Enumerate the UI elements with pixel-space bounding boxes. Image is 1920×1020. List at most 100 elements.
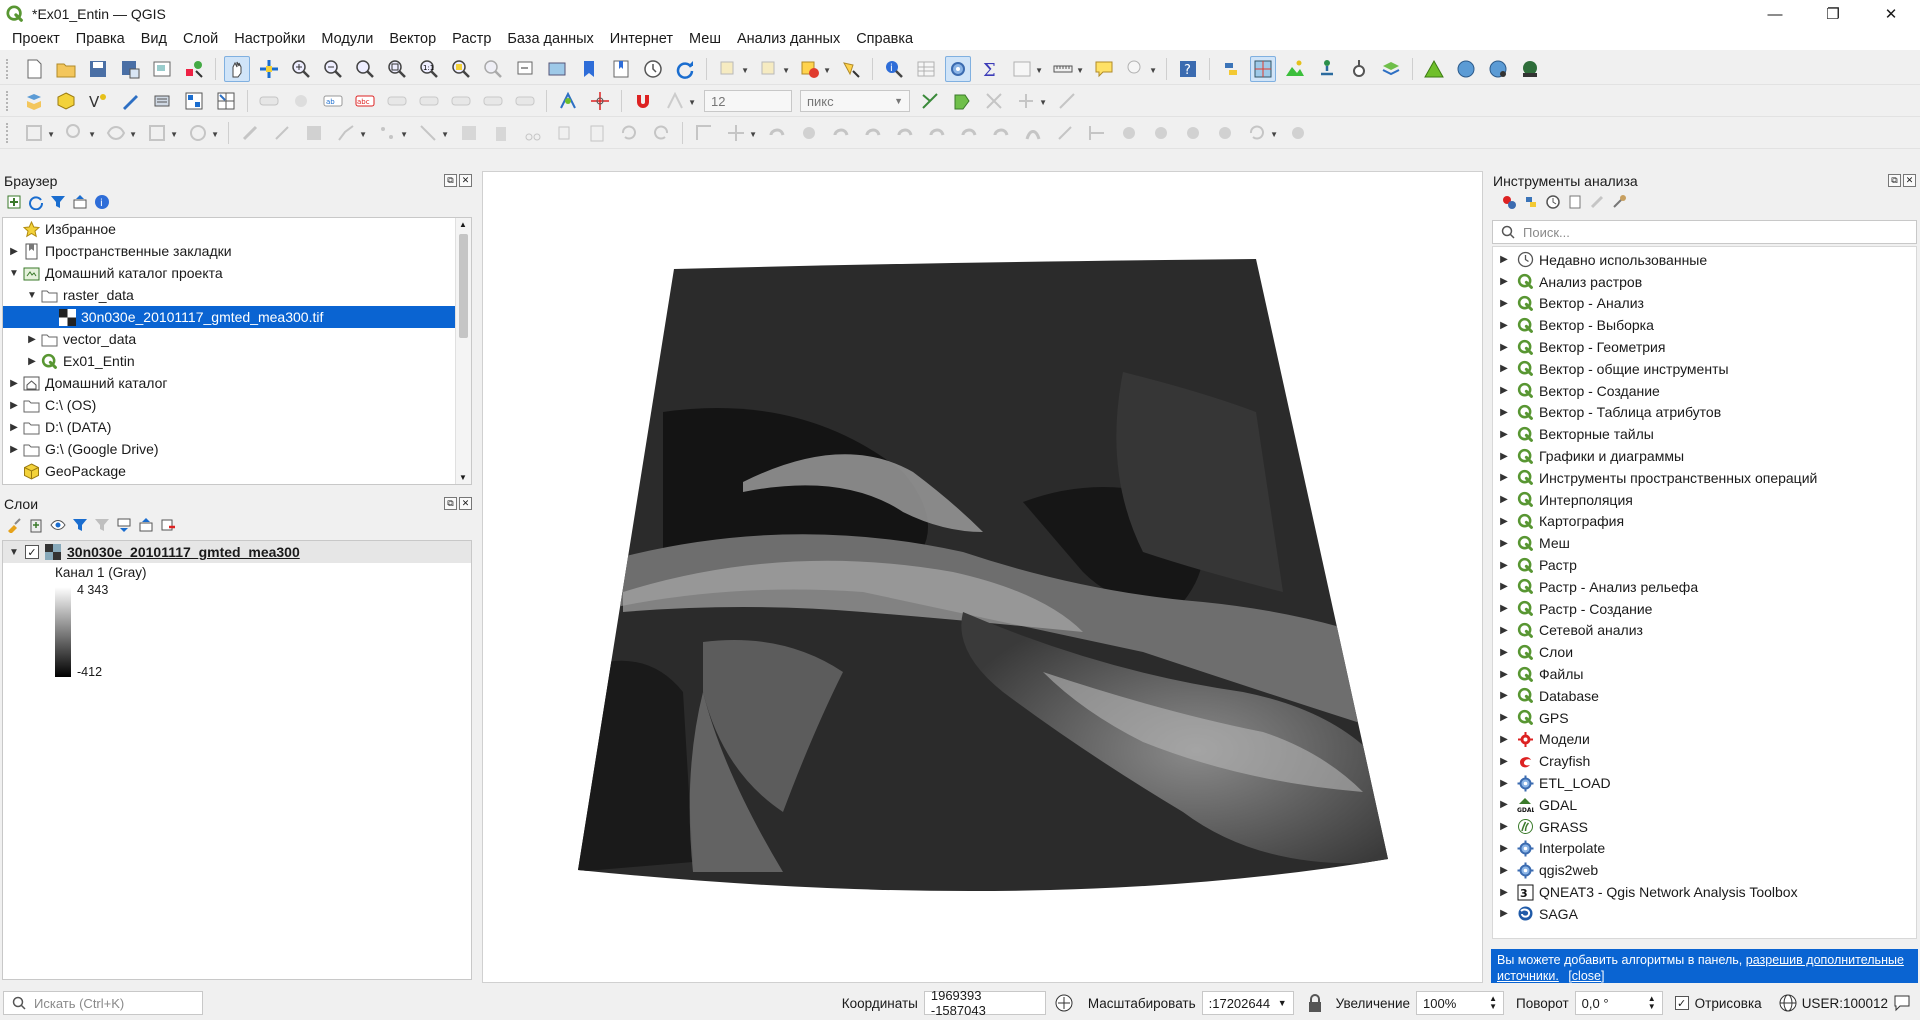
toolbox-group[interactable]: ▶ Слои xyxy=(1493,641,1916,663)
toolbox-group[interactable]: ▶ Модели xyxy=(1493,729,1916,751)
processing-toolbox-icon[interactable] xyxy=(945,56,971,82)
html-annotation-icon[interactable]: ▼ xyxy=(185,120,219,146)
vertex-tool-icon[interactable]: ▼ xyxy=(415,120,449,146)
zoom-to-layer-icon[interactable] xyxy=(480,56,506,82)
menu-help[interactable]: Справка xyxy=(848,28,921,50)
offset-curve-icon[interactable] xyxy=(1020,120,1046,146)
history-icon[interactable] xyxy=(1545,194,1561,210)
panel-close-button[interactable]: ✕ xyxy=(459,497,472,510)
select-features-icon[interactable]: ▼ xyxy=(715,56,749,82)
advanced-digitize-icon[interactable] xyxy=(691,120,717,146)
toolbox-group[interactable]: ▶ Вектор - общие инструменты xyxy=(1493,358,1916,380)
style-manager-icon[interactable] xyxy=(181,56,207,82)
expand-arrow-icon[interactable]: ▶ xyxy=(1497,451,1511,462)
toolbox-group[interactable]: ▶ Вектор - Выборка xyxy=(1493,314,1916,336)
expand-arrow-icon[interactable]: ▶ xyxy=(1497,342,1511,353)
add-vector-layer-icon[interactable]: V xyxy=(85,88,111,114)
expand-arrow-icon[interactable]: ▶ xyxy=(7,444,21,455)
trim-extend-icon[interactable] xyxy=(1084,120,1110,146)
select-by-location-icon[interactable] xyxy=(838,56,864,82)
toolbox-group[interactable]: ▶ Интерполяция xyxy=(1493,489,1916,511)
toolbox-group[interactable]: ▶ Вектор - Таблица атрибутов xyxy=(1493,402,1916,424)
minimize-button[interactable]: — xyxy=(1746,0,1804,28)
add-raster-layer-icon[interactable] xyxy=(213,88,239,114)
python-console-icon[interactable] xyxy=(1218,56,1244,82)
label-rotate-icon[interactable] xyxy=(416,88,442,114)
browser-item[interactable]: ▶ D:\ (DATA) xyxy=(3,416,471,438)
toolbox-group[interactable]: ▶ Растр - Создание xyxy=(1493,598,1916,620)
expand-arrow-icon[interactable]: ▶ xyxy=(25,356,39,367)
collapse-arrow-icon[interactable]: ▼ xyxy=(7,268,21,279)
spin-arrows-icon[interactable]: ▲ ▼ xyxy=(1648,995,1656,1011)
network-plugin-icon[interactable] xyxy=(1314,56,1340,82)
crs-globe-icon[interactable] xyxy=(1778,993,1798,1013)
rotate-point-symbols-icon[interactable]: ▼ xyxy=(1244,120,1278,146)
geometry-plugin-icon[interactable] xyxy=(1346,56,1372,82)
coordinates-field[interactable]: 1969393 -1587043 xyxy=(923,988,1046,1018)
scale-combo[interactable]: :17202644 ▼ xyxy=(1201,991,1294,1015)
self-snap-icon[interactable]: ▼ xyxy=(1013,88,1047,114)
statistical-summary-icon[interactable]: Σ xyxy=(977,56,1003,82)
layers-plugin-icon[interactable] xyxy=(1378,56,1404,82)
render-checkbox[interactable]: ✓ xyxy=(1674,996,1689,1010)
offset-point-icon[interactable] xyxy=(1285,120,1311,146)
browser-item[interactable]: ▶ Пространственные закладки xyxy=(3,240,471,262)
scroll-up-icon[interactable]: ▲ xyxy=(459,220,467,229)
label-abc-red-icon[interactable]: abc xyxy=(352,88,378,114)
measure-line-icon[interactable]: ▼ xyxy=(1050,56,1084,82)
units-combo[interactable]: пикс ▼ xyxy=(800,90,910,112)
panel-float-button[interactable]: ⧉ xyxy=(1888,174,1901,187)
expand-arrow-icon[interactable]: ▶ xyxy=(1497,494,1511,505)
browser-item[interactable]: ▶ C:\ (OS) xyxy=(3,394,471,416)
new-project-icon[interactable] xyxy=(21,56,47,82)
globe-plugin-2-icon[interactable] xyxy=(1485,56,1511,82)
expand-arrow-icon[interactable]: ▶ xyxy=(1497,821,1511,832)
current-edits-icon[interactable] xyxy=(237,120,263,146)
toolbar-grip[interactable] xyxy=(6,123,12,143)
map-canvas[interactable] xyxy=(482,171,1483,983)
add-group-icon[interactable] xyxy=(28,517,44,533)
layer-row[interactable]: ▼ ✓ 30n030e_20101117_gmted_mea300 xyxy=(3,541,471,563)
toolbox-group[interactable]: ▶ ETL_LOAD xyxy=(1493,772,1916,794)
expand-arrow-icon[interactable]: ▶ xyxy=(1497,320,1511,331)
globe-plugin-3-icon[interactable] xyxy=(1517,56,1543,82)
expand-arrow-icon[interactable]: ▶ xyxy=(1497,669,1511,680)
locator-search-input[interactable]: Искать (Ctrl+K) xyxy=(3,991,203,1015)
menu-raster[interactable]: Растр xyxy=(444,28,499,50)
undo-icon[interactable] xyxy=(616,120,642,146)
toolbox-group[interactable]: ▶ SAGA xyxy=(1493,903,1916,925)
note-close-link[interactable]: [close] xyxy=(1568,969,1604,983)
expand-arrow-icon[interactable]: ▶ xyxy=(1497,603,1511,614)
bookmark-icon[interactable] xyxy=(576,56,602,82)
add-ring-icon[interactable] xyxy=(828,120,854,146)
avoid-overlap-icon[interactable] xyxy=(949,88,975,114)
edit-features-in-place-icon[interactable] xyxy=(1589,194,1605,210)
move-feature-icon[interactable]: ▼ xyxy=(723,120,757,146)
collapse-arrow-icon[interactable]: ▼ xyxy=(7,547,21,558)
deselect-all-icon[interactable]: ▼ xyxy=(797,56,831,82)
toolbox-search-input[interactable]: Поиск... xyxy=(1492,220,1917,244)
browser-item[interactable]: ▼ Домашний каталог проекта xyxy=(3,262,471,284)
expand-arrow-icon[interactable]: ▶ xyxy=(1497,581,1511,592)
maximize-button[interactable]: ❐ xyxy=(1804,0,1862,28)
expand-arrow-icon[interactable]: ▶ xyxy=(1497,647,1511,658)
browser-item[interactable]: GeoPackage xyxy=(3,460,471,482)
panel-close-button[interactable]: ✕ xyxy=(1903,174,1916,187)
annotation-icon[interactable]: ▼ xyxy=(103,120,137,146)
label-pin-icon[interactable] xyxy=(288,88,314,114)
refresh-icon[interactable] xyxy=(672,56,698,82)
browser-item[interactable]: Избранное xyxy=(3,218,471,240)
map-tips-icon[interactable] xyxy=(1091,56,1117,82)
search-tool-icon[interactable]: ▼ xyxy=(62,120,96,146)
delete-part-icon[interactable] xyxy=(956,120,982,146)
refresh-icon[interactable] xyxy=(28,194,44,210)
filter-legend-icon[interactable] xyxy=(72,517,88,533)
expand-arrow-icon[interactable]: ▶ xyxy=(1497,843,1511,854)
browser-item[interactable]: ▼ raster_data xyxy=(3,284,471,306)
expand-arrow-icon[interactable]: ▶ xyxy=(1497,276,1511,287)
crs-label[interactable]: USER:100012 xyxy=(1802,996,1888,1011)
help-icon[interactable]: ? xyxy=(1175,56,1201,82)
expand-arrow-icon[interactable]: ▶ xyxy=(1497,429,1511,440)
toggle-editing-icon[interactable] xyxy=(269,120,295,146)
browser-item[interactable]: ▶ vector_data xyxy=(3,328,471,350)
